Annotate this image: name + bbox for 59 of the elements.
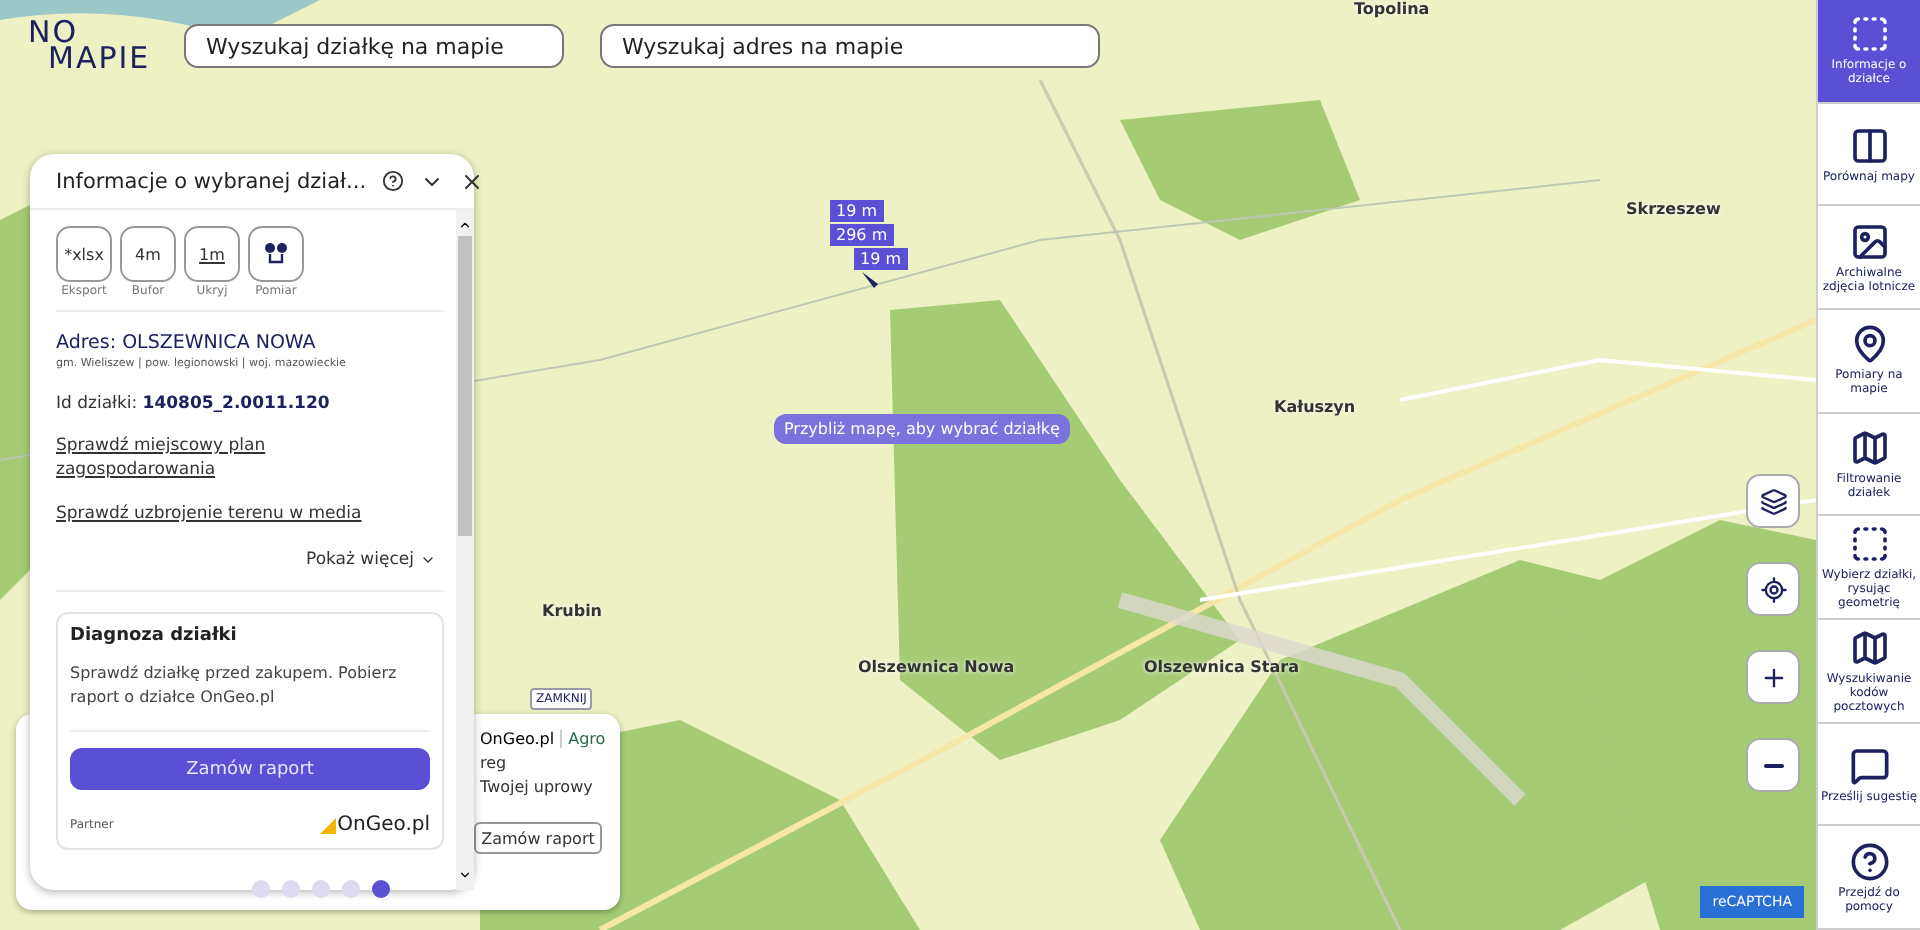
order-button[interactable]: Zamów raport — [70, 748, 430, 790]
minus-icon — [1763, 763, 1783, 767]
locate-button[interactable] — [1746, 562, 1800, 616]
chevron-up-icon — [458, 218, 472, 232]
help-icon — [382, 170, 405, 192]
chevron-down-icon — [458, 868, 472, 882]
address-text: Adres: OLSZEWNICA NOWA — [56, 332, 318, 354]
pointer-icon — [862, 272, 878, 288]
image-icon — [1849, 221, 1889, 262]
tool-button[interactable]: 1m — [184, 226, 240, 282]
help-icon — [1849, 841, 1889, 882]
panel-title: Informacje o wybranej dział... — [56, 169, 367, 193]
scrollbar[interactable] — [456, 210, 474, 890]
pin-icon — [1849, 324, 1889, 365]
logo[interactable]: NO MAPIE — [28, 20, 148, 72]
tool-button[interactable]: *xlsx — [56, 226, 112, 282]
measure-label: 296 m — [830, 224, 894, 246]
search-field[interactable]: Wyszukaj działkę na mapie — [184, 24, 564, 68]
place-label: Olszewnica Nowa — [858, 658, 1015, 676]
chat-icon — [1849, 745, 1889, 786]
place-label: Skrzeszew — [1626, 200, 1721, 218]
map-icon — [1849, 428, 1889, 469]
link[interactable]: Sprawdź miejscowy plan zagospodarowania — [56, 434, 316, 482]
link[interactable]: Sprawdź uzbrojenie terenu w media — [56, 502, 444, 526]
place-label: Olszewnica Stara — [1144, 658, 1299, 676]
columns-icon — [1849, 125, 1889, 165]
show-more-button[interactable]: Pokaż więcej — [306, 550, 436, 570]
layers-button[interactable] — [1746, 474, 1800, 528]
place-label: Krubin — [542, 602, 603, 620]
tool-button[interactable]: 4m — [120, 226, 176, 282]
dashed-square-icon — [1849, 524, 1889, 565]
brand-tag: Agro — [560, 730, 606, 748]
zoom-out-button[interactable] — [1746, 738, 1800, 792]
layers-icon — [1759, 487, 1787, 515]
close-icon — [460, 169, 485, 193]
ad-text: reg — [480, 754, 509, 772]
search-field[interactable]: Wyszukaj adres na mapie — [600, 24, 1100, 68]
place-label: Kałuszyn — [1274, 398, 1356, 416]
zoom-hint: Przybliż mapę, aby wybrać działkę — [774, 414, 1070, 444]
measure-label: 19 m — [830, 200, 884, 222]
tool-button[interactable] — [248, 226, 304, 282]
chevron-down-icon — [420, 552, 436, 568]
place-label: Topolina — [1354, 0, 1430, 18]
partner-logo: OnGeo.pl — [319, 814, 430, 836]
plus-icon — [1759, 663, 1787, 691]
brand-name: OnGeo.pl — [480, 730, 555, 748]
map-icon — [1849, 627, 1889, 668]
zoom-in-button[interactable] — [1746, 650, 1800, 704]
card-title: Diagnoza działki — [70, 626, 239, 646]
parcel-id: Id działki: 140805_2.0011.120 — [56, 394, 332, 414]
pins-icon — [262, 240, 290, 268]
card-text: Sprawdź działkę przed zakupem. Pobierz raport o działce OnGeo.pl — [70, 662, 430, 732]
crosshair-icon — [1759, 575, 1787, 603]
help-button[interactable] — [382, 170, 405, 192]
measure-label: 19 m — [854, 248, 908, 270]
dashed-square-icon — [1849, 14, 1889, 55]
close-button[interactable] — [460, 169, 485, 193]
ad-text: Twojej uprowy — [480, 778, 595, 796]
order-button[interactable]: Zamów raport — [474, 822, 602, 854]
